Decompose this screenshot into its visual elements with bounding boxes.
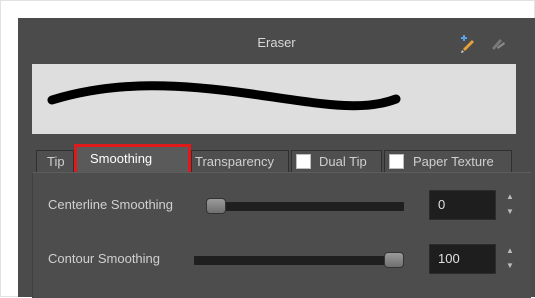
- paper-texture-checkbox[interactable]: [389, 154, 404, 169]
- smoothing-settings: Centerline Smoothing 0 ▲ ▼ Contour Smoot…: [32, 172, 531, 298]
- delete-brush-icon[interactable]: [488, 34, 508, 54]
- tab-dual-tip-label: Dual Tip: [319, 154, 367, 169]
- tab-transparency[interactable]: Transparency: [191, 150, 289, 172]
- tab-dual-tip[interactable]: Dual Tip: [291, 150, 382, 172]
- centerline-smoothing-slider-thumb[interactable]: [206, 198, 226, 214]
- contour-smoothing-slider[interactable]: [194, 252, 404, 268]
- contour-smoothing-input[interactable]: 100: [429, 244, 496, 274]
- dual-tip-checkbox[interactable]: [296, 154, 311, 169]
- centerline-smoothing-slider[interactable]: [206, 198, 404, 214]
- tab-smoothing-label: Smoothing: [90, 151, 153, 166]
- eraser-tool-properties-panel: Eraser Tip Smoothing Transparency Dual T…: [18, 18, 535, 298]
- contour-smoothing-row: Contour Smoothing 100 ▲ ▼: [33, 242, 531, 276]
- tab-tip-label: Tip: [47, 154, 65, 169]
- tab-tip[interactable]: Tip: [36, 150, 74, 172]
- centerline-smoothing-increment-icon[interactable]: ▲: [505, 190, 515, 204]
- tab-transparency-label: Transparency: [195, 154, 274, 169]
- contour-smoothing-decrement-icon[interactable]: ▼: [505, 259, 515, 273]
- tab-paper-texture-label: Paper Texture: [413, 154, 494, 169]
- centerline-smoothing-label: Centerline Smoothing: [48, 197, 174, 212]
- create-brush-icon[interactable]: [458, 34, 478, 54]
- contour-smoothing-label: Contour Smoothing: [48, 251, 161, 266]
- centerline-smoothing-decrement-icon[interactable]: ▼: [505, 205, 515, 219]
- tab-smoothing[interactable]: Smoothing: [74, 144, 191, 176]
- centerline-smoothing-row: Centerline Smoothing 0 ▲ ▼: [33, 188, 531, 222]
- contour-smoothing-increment-icon[interactable]: ▲: [505, 244, 515, 258]
- stroke-preview-line: [47, 81, 401, 111]
- title-bar: Eraser: [18, 18, 535, 62]
- tab-paper-texture[interactable]: Paper Texture: [384, 150, 512, 172]
- stroke-preview: [32, 64, 516, 134]
- tab-bar: Tip Smoothing Transparency Dual Tip Pape…: [36, 144, 535, 176]
- centerline-smoothing-input[interactable]: 0: [429, 190, 496, 220]
- contour-smoothing-slider-thumb[interactable]: [384, 252, 404, 268]
